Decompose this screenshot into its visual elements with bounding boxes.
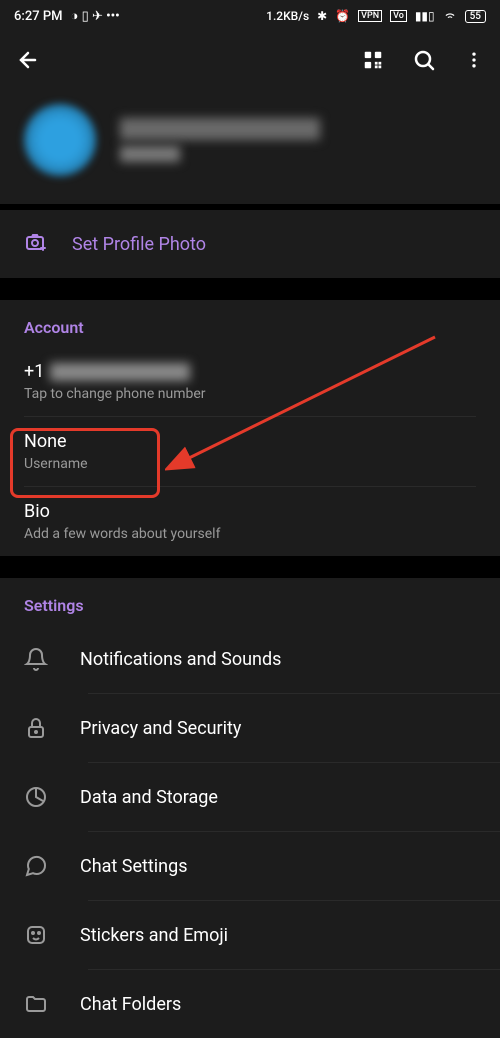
settings-label: Data and Storage	[80, 787, 218, 808]
settings-folders[interactable]: Chat Folders	[0, 970, 500, 1038]
qr-icon[interactable]	[362, 49, 384, 71]
settings-section: Settings Notifications and Sounds Privac…	[0, 578, 500, 1038]
username-row[interactable]: None Username	[0, 417, 500, 486]
pie-icon	[24, 785, 48, 809]
profile-header[interactable]	[0, 88, 500, 204]
settings-header: Settings	[0, 596, 500, 625]
redacted-status	[120, 146, 180, 162]
phone-prefix: +1	[24, 361, 44, 382]
camera-icon	[24, 230, 48, 258]
status-bar: 6:27 PM ◑ ▯ ✈ ••• 1.2KB/s ✱ ⏰ VPN Vo ▮▮▯…	[0, 0, 500, 32]
username-value: None	[24, 431, 476, 452]
more-icon[interactable]	[464, 50, 484, 70]
settings-data[interactable]: Data and Storage	[0, 763, 500, 831]
profile-name	[120, 118, 320, 162]
bio-row[interactable]: Bio Add a few words about yourself	[0, 487, 500, 556]
bio-hint: Add a few words about yourself	[24, 526, 476, 542]
back-button[interactable]	[16, 48, 40, 72]
signal-icon: ▮▮▯	[415, 9, 435, 23]
settings-label: Chat Folders	[80, 994, 181, 1015]
wifi-icon	[443, 8, 457, 25]
set-photo-label: Set Profile Photo	[72, 234, 206, 255]
settings-notifications[interactable]: Notifications and Sounds	[0, 625, 500, 693]
settings-privacy[interactable]: Privacy and Security	[0, 694, 500, 762]
settings-label: Stickers and Emoji	[80, 925, 228, 946]
redacted-name	[120, 118, 320, 140]
phone-hint: Tap to change phone number	[24, 386, 476, 402]
vpn-badge: VPN	[358, 10, 382, 22]
status-time: 6:27 PM	[14, 9, 63, 24]
alarm-icon: ⏰	[335, 9, 350, 23]
bio-value: Bio	[24, 501, 476, 522]
settings-label: Notifications and Sounds	[80, 649, 281, 670]
status-app-icons: ◑ ▯ ✈ •••	[71, 8, 120, 24]
phone-row[interactable]: +1 Tap to change phone number	[0, 347, 500, 416]
username-label: Username	[24, 456, 476, 472]
search-icon[interactable]	[412, 48, 436, 72]
bell-icon	[24, 647, 48, 671]
topbar	[0, 32, 500, 88]
bluetooth-icon: ✱	[317, 9, 327, 23]
avatar[interactable]	[24, 104, 96, 176]
settings-label: Chat Settings	[80, 856, 188, 877]
account-header: Account	[0, 318, 500, 347]
sticker-icon	[24, 923, 48, 947]
redacted-phone	[50, 363, 190, 381]
settings-chat[interactable]: Chat Settings	[0, 832, 500, 900]
volte-icon: Vo	[390, 10, 407, 22]
lock-icon	[24, 716, 48, 740]
folder-icon	[24, 992, 48, 1016]
settings-stickers[interactable]: Stickers and Emoji	[0, 901, 500, 969]
netspeed: 1.2KB/s	[266, 9, 309, 23]
chat-icon	[24, 854, 48, 878]
battery-icon: 55	[465, 10, 486, 23]
account-section: Account +1 Tap to change phone number No…	[0, 300, 500, 556]
set-profile-photo[interactable]: Set Profile Photo	[0, 210, 500, 278]
settings-label: Privacy and Security	[80, 718, 241, 739]
